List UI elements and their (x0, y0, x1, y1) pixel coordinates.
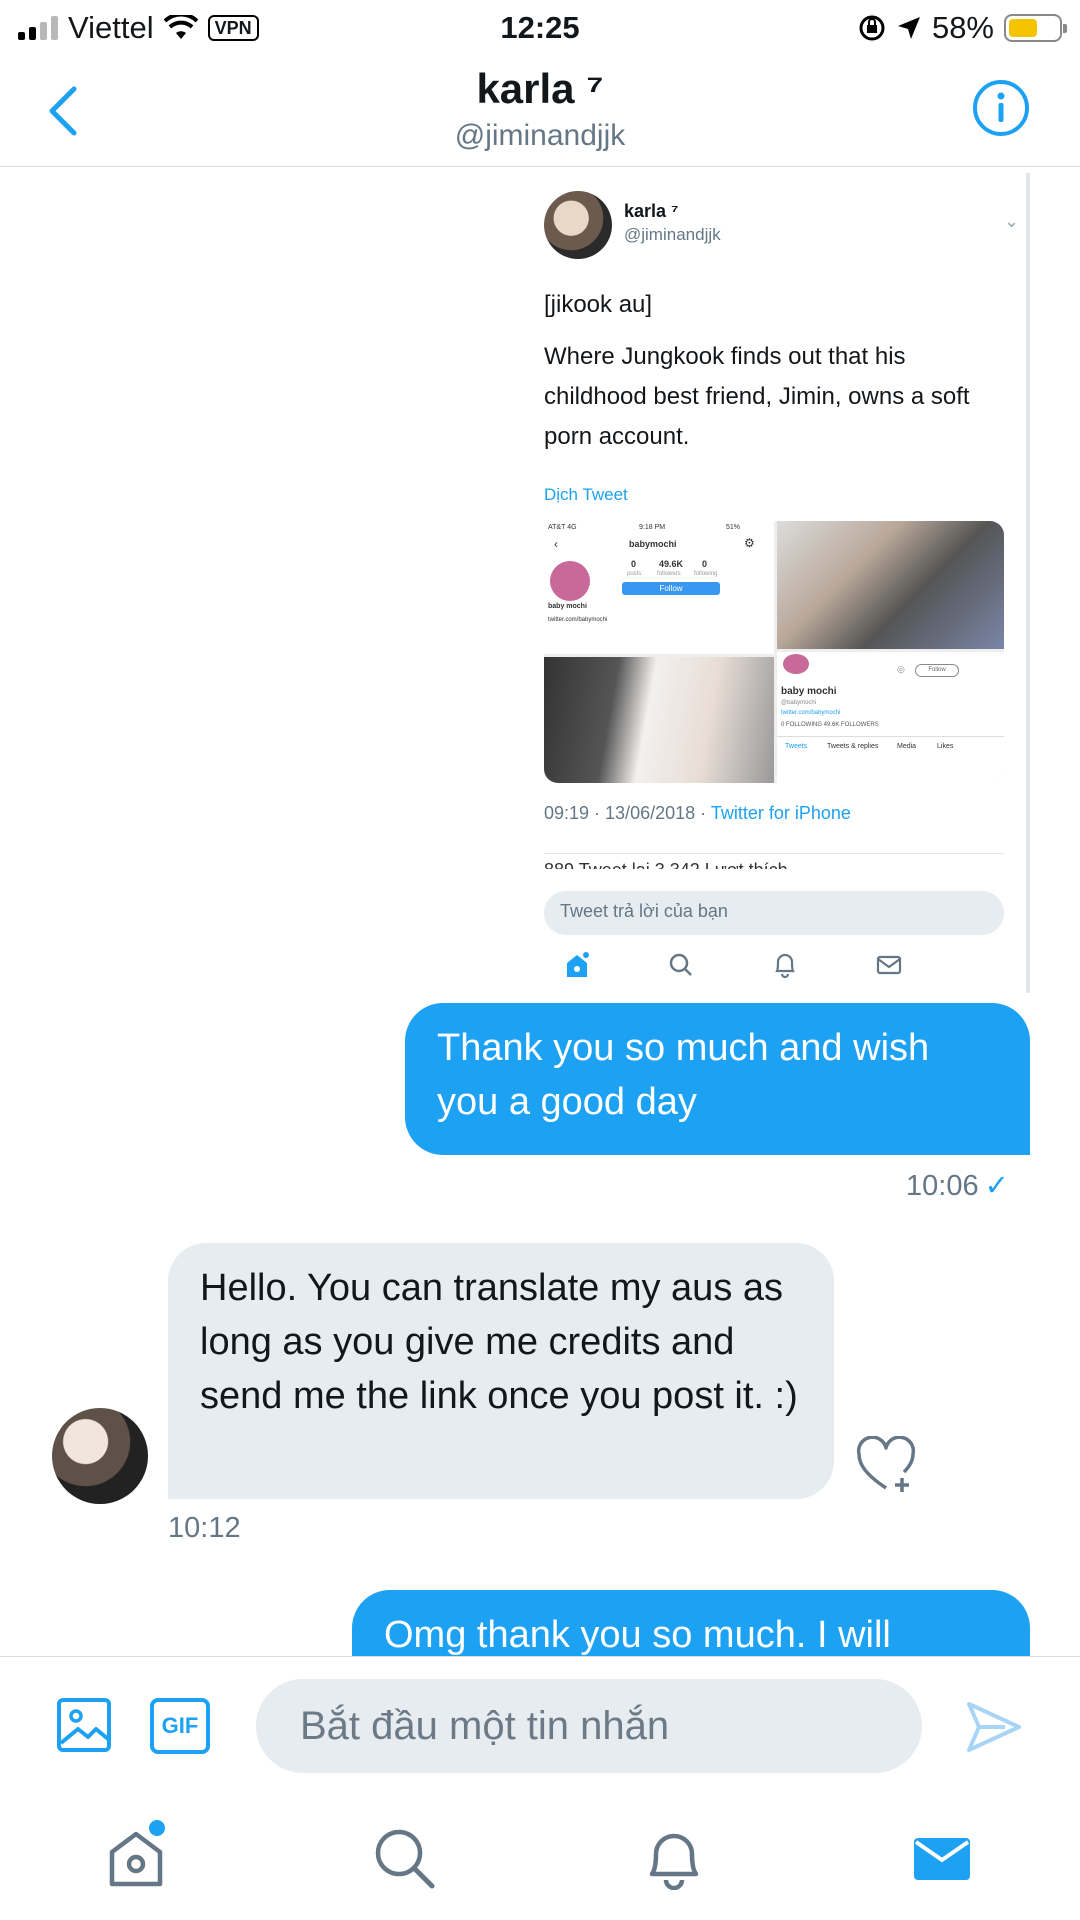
conversation-title[interactable]: karla ⁷ (0, 65, 1080, 113)
mini-tw-follow-button: Follow (915, 664, 959, 677)
mini-battery: 51% (726, 524, 741, 531)
heart-plus-icon[interactable] (855, 1436, 917, 1494)
tweet-reply-field: Tweet trả lời của bạn (544, 891, 1004, 935)
message-bubble-incoming[interactable]: Hello. You can translate my aus as long … (168, 1243, 834, 1499)
tweet-author-handle: @jiminandjjk (624, 225, 721, 244)
bottom-tab-bar (0, 1776, 1080, 1920)
mini-bio-link: twitter.com/babymochi (548, 617, 608, 623)
tweet-tabbar (544, 951, 1004, 987)
mini-follow-button: Follow (622, 582, 720, 595)
battery-icon (1004, 14, 1067, 42)
rotation-lock-icon (859, 15, 885, 41)
mini-gear-icon: ⚙ (744, 536, 755, 550)
battery-percent: 58% (931, 10, 994, 45)
message-input[interactable] (256, 1679, 922, 1773)
home-notification-dot (149, 1820, 165, 1836)
tweet-text: Where Jungkook finds out that his childh… (544, 343, 970, 450)
message-list[interactable]: karla ⁷ @jiminandjjk ⌄ [jikook au] Where… (0, 168, 1080, 1656)
mail-icon (876, 955, 902, 975)
media-twitter-screenshot: ◎ Follow baby mochi @babymochi twitter.c… (777, 652, 1004, 783)
mini-tw-tab: Likes (937, 743, 954, 750)
tweet-avatar (544, 191, 612, 259)
message-bubble-outgoing[interactable]: Thank you so much and wish you a good da… (405, 1003, 1030, 1155)
mini-profile-title: babymochi (629, 539, 677, 549)
read-check-icon: ✓ (984, 1170, 1009, 1202)
mini-following: 0 (702, 559, 708, 569)
send-icon[interactable] (965, 1700, 1023, 1754)
search-icon (669, 953, 692, 976)
mini-tw-handle: @babymochi (781, 700, 817, 706)
search-icon[interactable] (372, 1826, 436, 1890)
mini-back-icon: ‹ (554, 537, 558, 551)
conversation-handle: @jiminandjjk (454, 119, 626, 152)
sender-avatar[interactable] (52, 1408, 148, 1504)
message-timestamp: 10:12 (168, 1512, 241, 1544)
tweet-text-tag: [jikook au] (544, 291, 653, 318)
tweet-author-name: karla ⁷ (624, 201, 679, 221)
message-bubble-outgoing[interactable]: Omg thank you so much. I will (352, 1590, 1030, 1656)
mini-tw-tabs: Tweets Tweets & replies Media Likes (777, 736, 1004, 758)
message-composer: GIF (0, 1656, 1080, 1776)
mini-posts: 0 (631, 559, 637, 569)
location-icon (897, 17, 920, 39)
tweet-date-text: 09:19 · 13/06/2018 · (544, 803, 711, 823)
mini-following-label: following (694, 571, 718, 577)
bell-icon[interactable] (642, 1826, 706, 1890)
message-time: 10:06 (906, 1170, 979, 1202)
conversation-header: karla ⁷ @jiminandjjk (0, 55, 1080, 167)
tweet-stats: 889 Tweet lại 3.342 Lượt thích (544, 853, 1004, 869)
mini-tw-counts: 0 FOLLOWING 49.6K FOLLOWERS (781, 722, 879, 728)
mini-time: 9:18 PM (639, 524, 666, 531)
shared-image[interactable]: karla ⁷ @jiminandjjk ⌄ [jikook au] Where… (520, 173, 1030, 993)
info-icon[interactable] (972, 79, 1030, 137)
image-icon[interactable] (56, 1697, 112, 1753)
home-icon (567, 952, 589, 977)
mini-carrier: AT&T 4G (548, 524, 577, 531)
chevron-down-icon: ⌄ (1004, 211, 1020, 231)
gif-button[interactable]: GIF (150, 1698, 210, 1754)
translate-tweet-link: Dịch Tweet (544, 485, 628, 504)
status-bar: Viettel VPN 12:25 58% (0, 0, 1080, 55)
media-photo-1 (777, 521, 1004, 649)
mini-tw-tab: Media (897, 743, 917, 750)
tweet-source: Twitter for iPhone (710, 803, 851, 823)
mini-tw-tab: Tweets (785, 743, 808, 750)
status-right: 58% (858, 10, 1067, 46)
mini-followers: 49.6K (659, 559, 684, 569)
message-timestamp: 10:06 ✓ (906, 1168, 1009, 1203)
mini-settings-icon: ◎ (897, 664, 905, 674)
mini-tw-link: twitter.com/babymochi (781, 710, 841, 716)
mini-posts-label: posts (627, 571, 642, 577)
media-instagram-screenshot: AT&T 4G 9:18 PM 51% ‹ babymochi ⚙ 0 post… (544, 521, 774, 654)
mini-followers-label: followers (657, 571, 681, 577)
tweet-date: 09:19 · 13/06/2018 · Twitter for iPhone (544, 803, 851, 824)
mini-tw-tab: Tweets & replies (827, 743, 879, 750)
mini-tw-name: baby mochi (781, 686, 837, 697)
mail-icon[interactable] (910, 1826, 974, 1890)
tweet-media-grid: AT&T 4G 9:18 PM 51% ‹ babymochi ⚙ 0 post… (544, 521, 1004, 783)
mini-bio-name: baby mochi (548, 603, 587, 610)
bell-icon (775, 953, 795, 979)
media-photo-2 (544, 657, 774, 783)
mini-twitter-avatar (783, 654, 809, 674)
mini-profile-avatar (550, 561, 590, 601)
